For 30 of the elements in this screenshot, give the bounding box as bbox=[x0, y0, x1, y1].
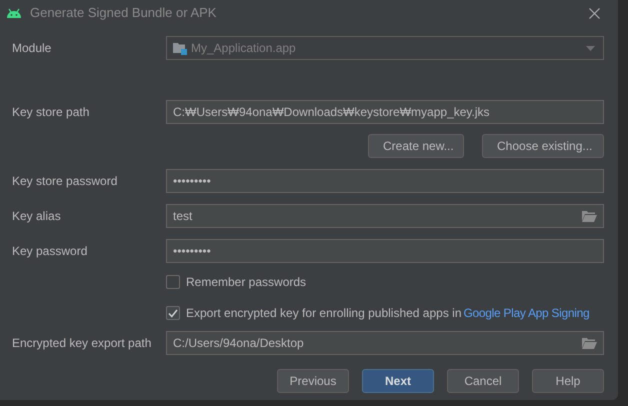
text-field[interactable]: ••••••••• bbox=[166, 239, 604, 263]
text-field[interactable]: C:₩Users₩94ona₩Downloads₩keystore₩myapp_key.jks bbox=[166, 100, 604, 124]
field-label: Encrypted key export path bbox=[12, 335, 152, 352]
checkbox[interactable] bbox=[166, 306, 180, 320]
android-logo-icon bbox=[6, 8, 22, 18]
text-field[interactable]: ••••••••• bbox=[166, 169, 604, 193]
dialog-button[interactable]: Cancel bbox=[447, 369, 519, 393]
text-field[interactable]: test bbox=[166, 204, 604, 228]
close-icon[interactable] bbox=[589, 8, 600, 18]
checkbox-label[interactable]: Export encrypted key for enrolling published apps in bbox=[186, 304, 462, 322]
folder-icon[interactable] bbox=[582, 210, 597, 222]
dialog-button[interactable]: Next bbox=[362, 369, 434, 393]
window-title: Generate Signed Bundle or APK bbox=[30, 4, 216, 22]
key-store-button[interactable]: Create new... bbox=[368, 134, 464, 158]
key-store-button[interactable]: Choose existing... bbox=[482, 134, 604, 158]
field-label: Key password bbox=[12, 243, 88, 260]
dropdown-arrow-icon bbox=[586, 46, 595, 50]
module-folder-icon bbox=[173, 42, 187, 54]
field-label: Key store password bbox=[12, 173, 118, 190]
dialog-button[interactable]: Previous bbox=[277, 369, 349, 393]
dialog-button[interactable]: Help bbox=[532, 369, 604, 393]
checkbox-label[interactable]: Remember passwords bbox=[186, 273, 306, 291]
link[interactable]: Google Play App Signing bbox=[464, 304, 590, 322]
field-label: Key alias bbox=[12, 208, 62, 225]
folder-icon[interactable] bbox=[582, 337, 597, 349]
text-field[interactable]: C:/Users/94ona/Desktop bbox=[166, 331, 604, 355]
field-label: Module bbox=[12, 40, 52, 57]
checkbox[interactable] bbox=[166, 275, 180, 289]
field-label: Key store path bbox=[12, 104, 90, 121]
checkmark-icon bbox=[168, 308, 178, 318]
